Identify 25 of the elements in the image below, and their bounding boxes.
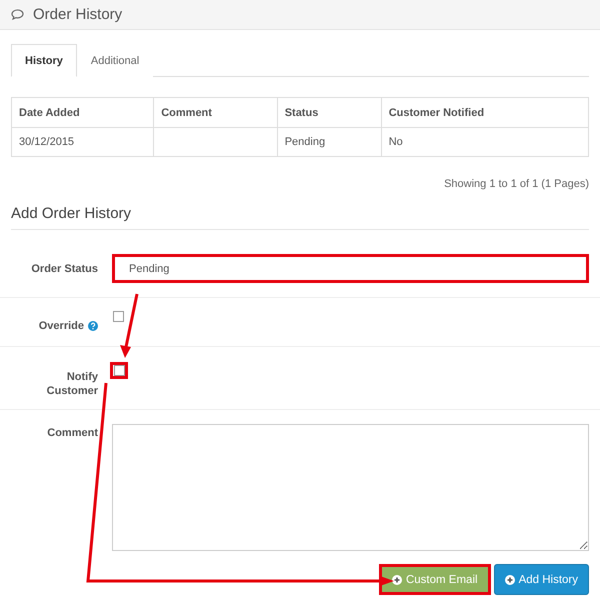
column-header: Comment: [154, 98, 278, 128]
plus-circle-icon: [504, 574, 515, 584]
table-cell: Pending: [277, 128, 382, 156]
checkbox[interactable]: [113, 311, 124, 322]
column-header: Customer Notified: [381, 98, 588, 128]
column-header: Status: [277, 98, 382, 128]
section-title: Add Order History: [11, 205, 589, 230]
order-status-select[interactable]: Pending: [112, 254, 589, 283]
annotation-arrow: [120, 294, 138, 358]
table-cell: No: [381, 128, 588, 156]
speech-bubble-icon: [11, 9, 24, 20]
tab[interactable]: History: [11, 44, 77, 77]
help-icon[interactable]: [88, 321, 98, 331]
field-label: Order Status: [31, 262, 98, 276]
pagination-text: Showing 1 to 1 of 1 (1 Pages): [444, 178, 589, 190]
field-label: Comment: [47, 426, 98, 440]
field-label: Override: [38, 319, 84, 333]
panel-title: Order History: [33, 6, 122, 23]
column-header: Date Added: [12, 98, 154, 128]
checkbox[interactable]: [114, 365, 125, 376]
table-cell: 30/12/2015: [12, 128, 154, 156]
comment-textarea[interactable]: [112, 424, 589, 551]
action-button[interactable]: Add History: [494, 564, 589, 595]
field-label: Notify Customer: [46, 370, 98, 398]
plus-circle-icon: [392, 574, 402, 584]
